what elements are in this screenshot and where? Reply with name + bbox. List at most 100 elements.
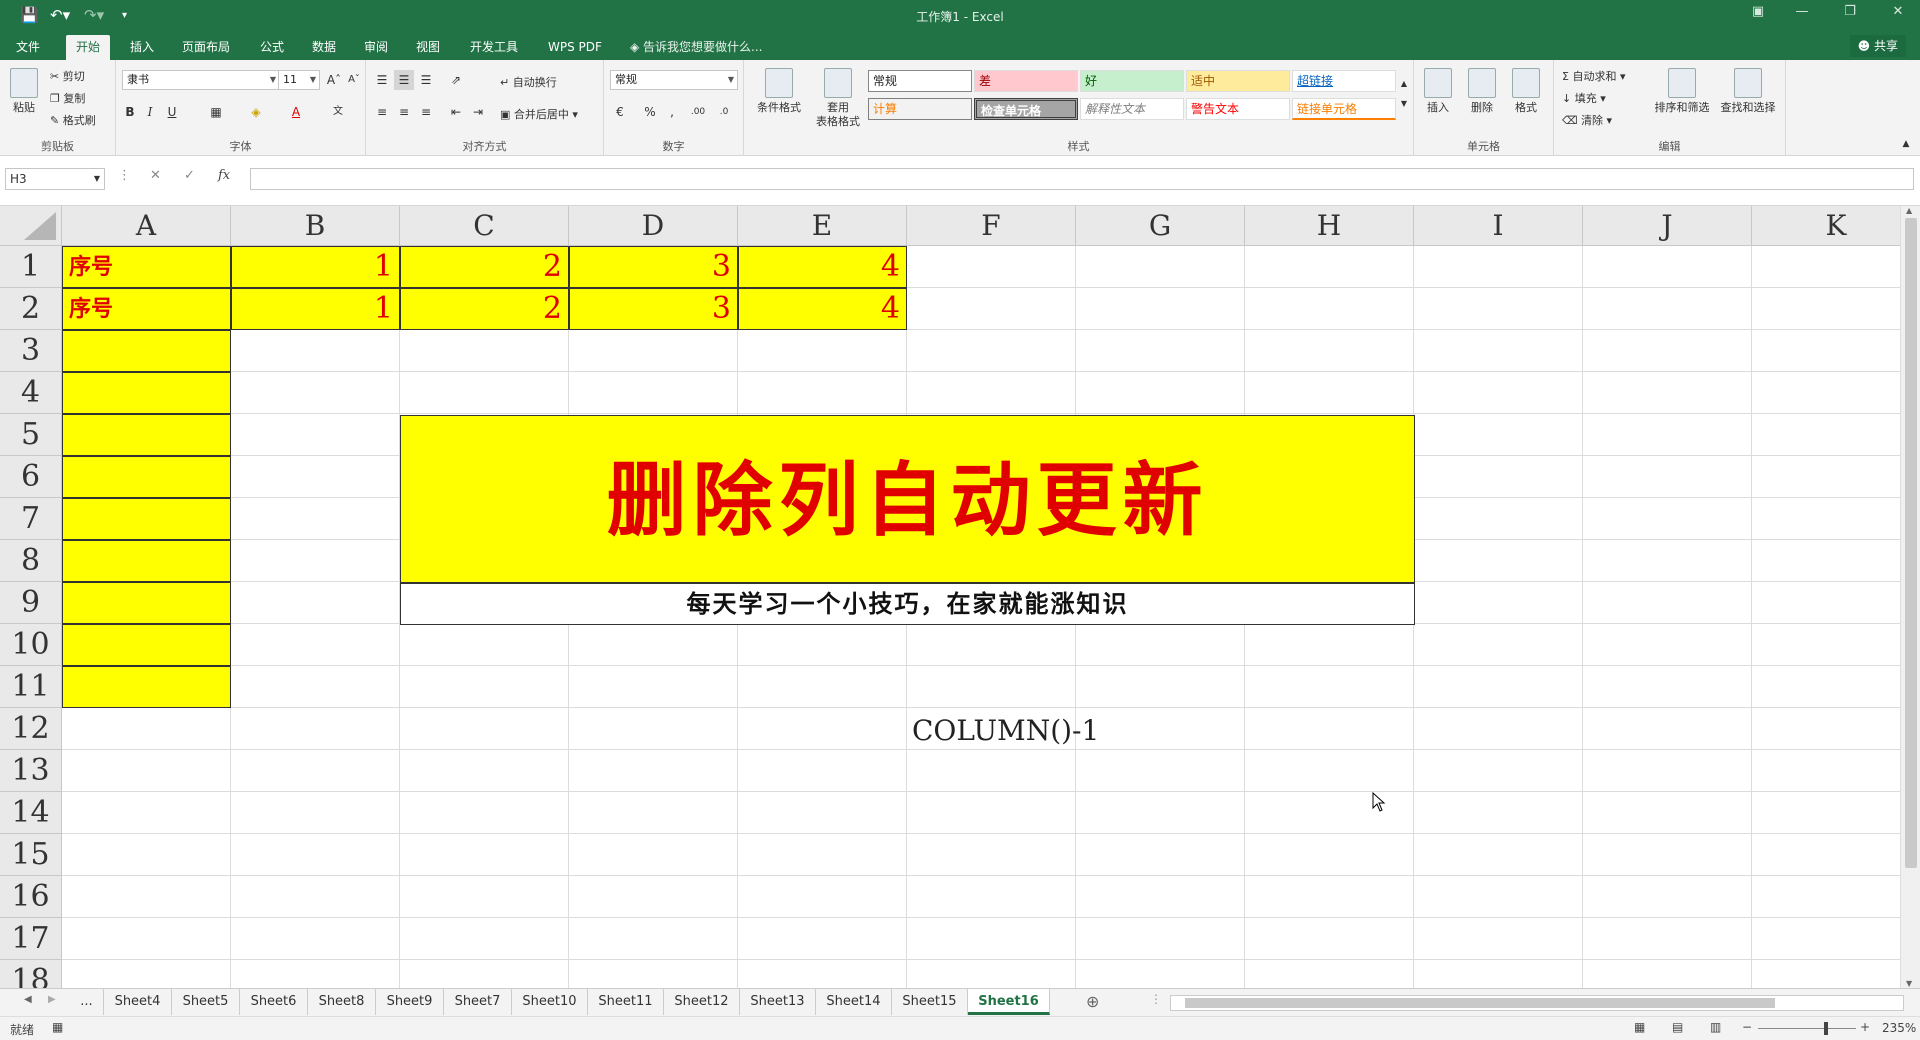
tab-wps-pdf[interactable]: WPS PDF	[538, 35, 612, 60]
cell[interactable]	[1752, 288, 1900, 330]
cell[interactable]	[1414, 876, 1583, 918]
row-header[interactable]: 3	[0, 330, 62, 372]
cell[interactable]	[1583, 246, 1752, 288]
cell[interactable]	[1752, 624, 1900, 666]
style-check-cell[interactable]: 检查单元格	[974, 98, 1078, 120]
cell[interactable]	[1583, 876, 1752, 918]
scroll-up-icon[interactable]: ▲	[1906, 206, 1912, 215]
select-all-corner[interactable]	[0, 206, 62, 246]
align-bottom-icon[interactable]: ☰	[416, 70, 436, 90]
cell[interactable]	[231, 624, 400, 666]
cell[interactable]	[231, 582, 400, 624]
align-right-icon[interactable]: ≡	[416, 102, 436, 122]
cell[interactable]	[400, 330, 569, 372]
cell[interactable]	[1752, 498, 1900, 540]
cell[interactable]	[231, 918, 400, 960]
row-header[interactable]: 2	[0, 288, 62, 330]
sheet-tab[interactable]: Sheet6	[240, 989, 308, 1015]
fill-button[interactable]: ↓ 填充 ▾	[1562, 90, 1606, 106]
split-handle-icon[interactable]: ⋮	[1150, 992, 1162, 1006]
find-select-button[interactable]: 查找和选择	[1716, 68, 1780, 115]
maximize-icon[interactable]: ❐	[1830, 4, 1870, 26]
cell[interactable]	[1245, 918, 1414, 960]
cell[interactable]	[1752, 666, 1900, 708]
tab-view[interactable]: 视图	[406, 35, 450, 60]
tab-insert[interactable]: 插入	[120, 35, 164, 60]
cell[interactable]	[1414, 582, 1583, 624]
cell[interactable]	[231, 372, 400, 414]
column-header[interactable]: B	[231, 206, 400, 246]
style-explanatory[interactable]: 解释性文本	[1080, 98, 1184, 120]
cell[interactable]	[1414, 750, 1583, 792]
row-label-cell[interactable]: 序号	[62, 288, 231, 330]
sheet-tab[interactable]: Sheet7	[444, 989, 512, 1015]
row-header[interactable]: 10	[0, 624, 62, 666]
row-header[interactable]: 14	[0, 792, 62, 834]
column-header[interactable]: A	[62, 206, 231, 246]
copy-button[interactable]: ❐ 复制	[50, 90, 85, 106]
row-header[interactable]: 9	[0, 582, 62, 624]
cell[interactable]	[1414, 708, 1583, 750]
cell[interactable]	[569, 624, 738, 666]
style-normal[interactable]: 常规	[868, 70, 972, 92]
row-header[interactable]: 8	[0, 540, 62, 582]
cell[interactable]	[907, 330, 1076, 372]
cell[interactable]	[1752, 918, 1900, 960]
cell[interactable]	[231, 456, 400, 498]
cell[interactable]	[569, 372, 738, 414]
cell[interactable]	[1583, 918, 1752, 960]
cell[interactable]	[569, 666, 738, 708]
cell[interactable]	[1076, 918, 1245, 960]
merge-center-button[interactable]: ▣ 合并后居中 ▾	[500, 106, 578, 122]
style-good[interactable]: 好	[1080, 70, 1184, 92]
cell[interactable]	[231, 666, 400, 708]
wrap-text-button[interactable]: ↵ 自动换行	[500, 74, 557, 90]
sheet-tab[interactable]: Sheet16	[968, 989, 1050, 1015]
zoom-in-icon[interactable]: +	[1860, 1020, 1870, 1034]
percent-icon[interactable]: %	[640, 102, 660, 122]
paste-button[interactable]: 粘贴	[6, 68, 42, 115]
cell-a-yellow[interactable]	[62, 372, 231, 414]
page-layout-view-icon[interactable]: ▤	[1672, 1020, 1683, 1034]
cell[interactable]	[1414, 246, 1583, 288]
tab-developer[interactable]: 开发工具	[460, 35, 528, 60]
cell[interactable]	[1752, 246, 1900, 288]
column-header[interactable]: D	[569, 206, 738, 246]
zoom-slider-thumb[interactable]	[1824, 1022, 1828, 1035]
cell[interactable]	[1076, 834, 1245, 876]
cell[interactable]	[1245, 288, 1414, 330]
cell[interactable]	[1245, 330, 1414, 372]
horizontal-scrollbar[interactable]	[1170, 995, 1904, 1011]
row-label-cell[interactable]: 序号	[62, 246, 231, 288]
column-header[interactable]: F	[907, 206, 1076, 246]
cell[interactable]	[738, 834, 907, 876]
column-header[interactable]: H	[1245, 206, 1414, 246]
cell[interactable]	[62, 834, 231, 876]
scroll-down-icon[interactable]: ▼	[1906, 979, 1912, 988]
cell[interactable]	[1414, 498, 1583, 540]
styles-scroll-up-icon[interactable]: ▲	[1394, 74, 1414, 94]
cell[interactable]	[1076, 960, 1245, 988]
autosum-button[interactable]: Σ 自动求和 ▾	[1562, 68, 1625, 84]
number-cell[interactable]: 3	[569, 246, 738, 288]
cell[interactable]	[1245, 750, 1414, 792]
cell[interactable]	[1076, 708, 1245, 750]
column-header[interactable]: K	[1752, 206, 1900, 246]
align-left-icon[interactable]: ≡	[372, 102, 392, 122]
cell[interactable]	[400, 792, 569, 834]
cell[interactable]	[1583, 372, 1752, 414]
cell[interactable]	[231, 414, 400, 456]
cell[interactable]	[738, 792, 907, 834]
cell[interactable]	[62, 876, 231, 918]
cell[interactable]	[907, 666, 1076, 708]
comma-icon[interactable]: ,	[662, 102, 682, 122]
cell[interactable]	[907, 960, 1076, 988]
cell[interactable]	[907, 750, 1076, 792]
cell[interactable]	[1414, 414, 1583, 456]
tab-review[interactable]: 审阅	[354, 35, 398, 60]
cell[interactable]	[231, 876, 400, 918]
cell-a-yellow[interactable]	[62, 330, 231, 372]
cell[interactable]	[400, 708, 569, 750]
next-sheet-icon[interactable]: ▶	[48, 994, 56, 1005]
cell[interactable]	[1245, 834, 1414, 876]
